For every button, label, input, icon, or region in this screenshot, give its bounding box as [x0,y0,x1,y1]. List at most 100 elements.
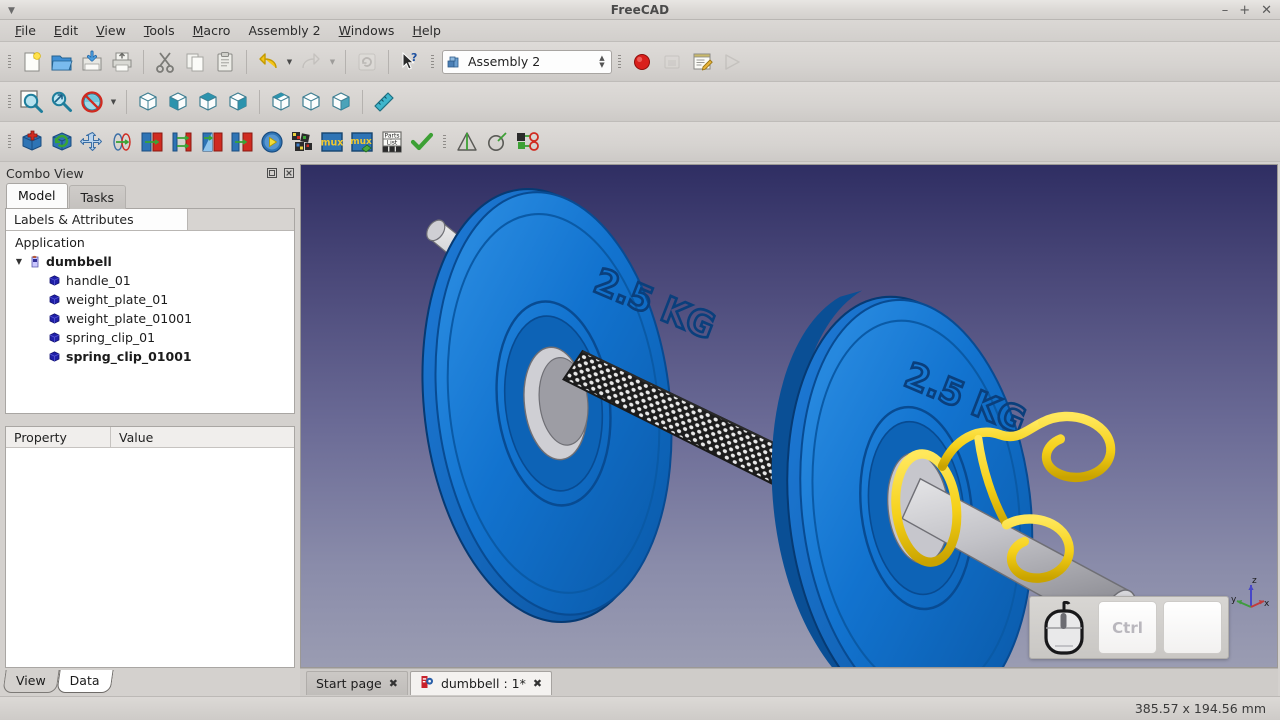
plane-constraint-button[interactable] [137,127,167,157]
axial-constraint-button[interactable] [107,127,137,157]
toolbar-handle-file[interactable] [5,49,14,75]
open-document-button[interactable] [47,47,77,77]
print-document-button[interactable] [107,47,137,77]
rear-view-button[interactable] [266,87,296,117]
whats-this-button[interactable]: ? [395,47,425,77]
new-document-button[interactable] [17,47,47,77]
import-part-button[interactable] [17,127,47,157]
tab-view[interactable]: View [4,670,58,693]
plane-constraint-icon [141,132,163,151]
undo-button[interactable] [253,47,283,77]
toolbar-handle-workbench[interactable] [428,49,437,75]
solve-constraints-button[interactable] [257,127,287,157]
close-icon[interactable]: ✖ [389,677,398,690]
menu-view[interactable]: View [87,21,135,40]
redo-dropdown-arrow[interactable]: ▼ [326,47,339,77]
minimize-button[interactable]: – [1222,4,1229,17]
menu-windows[interactable]: Windows [330,21,404,40]
measure-button[interactable] [369,87,399,117]
toolbar-separator-1 [143,49,144,74]
navigation-hint-widget: Ctrl [1029,596,1229,659]
menu-overflow-icon[interactable]: ▼ [8,6,15,16]
edit-constraint-button[interactable] [227,127,257,157]
tab-model[interactable]: Model [6,183,68,208]
bottom-view-button[interactable] [296,87,326,117]
check-assembly-button[interactable] [407,127,437,157]
degrees-of-freedom-button[interactable] [512,127,542,157]
move-part-button[interactable] [77,127,107,157]
document-tab-start-page[interactable]: Start page ✖ [306,670,408,695]
axonometric-view-button[interactable] [133,87,163,117]
paste-button[interactable] [210,47,240,77]
mux-selected-button[interactable]: mux [347,127,377,157]
parts-list-button[interactable]: Parts List ■■■ [377,127,407,157]
mux-assembly-button[interactable]: mux [317,127,347,157]
menu-tools[interactable]: Tools [135,21,184,40]
right-view-button[interactable] [223,87,253,117]
tree-item-weight-plate-01[interactable]: weight_plate_01 [6,290,294,309]
circle-constraint-button[interactable] [482,127,512,157]
document-tab-dumbbell[interactable]: dumbbell : 1* ✖ [409,670,553,695]
toolbar-handle-assembly2[interactable] [440,129,449,155]
update-parts-button[interactable] [47,127,77,157]
macros-button[interactable] [687,47,717,77]
refresh-button[interactable] [352,47,382,77]
tree-item-application[interactable]: Application [6,233,294,252]
exploded-assembly-button[interactable] [287,127,317,157]
spherical-constraint-button[interactable] [197,127,227,157]
tab-tasks[interactable]: Tasks [68,185,127,209]
macro-execute-button[interactable] [717,47,747,77]
menu-help[interactable]: Help [403,21,450,40]
macro-record-button[interactable] [627,47,657,77]
tree-item-handle-01[interactable]: handle_01 [6,271,294,290]
copy-button[interactable] [180,47,210,77]
axis-y-label: y [1231,595,1237,605]
toolbar-handle-view[interactable] [5,89,14,115]
property-editor-body[interactable] [6,448,294,667]
left-view-icon [332,91,350,111]
fit-all-button[interactable] [17,87,47,117]
axonometric-view-icon [139,91,157,111]
document-tab-label: Start page [316,675,382,691]
spherical-constraint-icon [202,132,223,151]
combo-view-title: Combo View [6,165,84,181]
redo-button[interactable] [296,47,326,77]
menu-file[interactable]: File [6,21,45,40]
menu-assembly2[interactable]: Assembly 2 [239,21,329,40]
tree-item-weight-plate-01001[interactable]: weight_plate_01001 [6,309,294,328]
3d-viewport[interactable]: 2.5 KG 2.5 KG z y x Ctrl [300,164,1278,668]
tab-data[interactable]: Data [58,670,112,693]
toolbar-handle-macro[interactable] [615,49,624,75]
close-icon[interactable]: ✖ [533,677,542,690]
toolbar-view: ▼ [0,82,1280,122]
top-view-icon [199,91,217,111]
workbench-spinner[interactable]: ▲ ▼ [595,52,609,72]
tree-item-dumbbell[interactable]: ▼ dumbbell [6,252,294,271]
draw-style-button[interactable] [77,87,107,117]
fit-selection-button[interactable] [47,87,77,117]
close-icon[interactable] [282,166,296,180]
angle-constraint-button[interactable] [167,127,197,157]
cut-button[interactable] [150,47,180,77]
undo-dropdown-arrow[interactable]: ▼ [283,47,296,77]
front-view-button[interactable] [163,87,193,117]
title-bar: FreeCAD – + ✕ [0,0,1280,20]
tree-header-spacer [188,209,294,230]
toolbar-separator-3 [345,49,346,74]
menu-edit[interactable]: Edit [45,21,87,40]
top-view-button[interactable] [193,87,223,117]
cone-constraint-button[interactable] [452,127,482,157]
tree-item-spring-clip-01001[interactable]: spring_clip_01001 [6,347,294,366]
workbench-selector[interactable]: Assembly 2 ▲ ▼ [442,49,612,74]
toolbar-handle-assembly[interactable] [5,129,14,155]
macro-stop-button[interactable] [657,47,687,77]
close-button[interactable]: ✕ [1261,4,1272,17]
save-document-button[interactable] [77,47,107,77]
menu-macro[interactable]: Macro [184,21,240,40]
undock-icon[interactable] [265,166,279,180]
maximize-button[interactable]: + [1239,4,1250,17]
chevron-down-icon[interactable]: ▼ [12,257,26,266]
tree-item-spring-clip-01[interactable]: spring_clip_01 [6,328,294,347]
draw-style-dropdown-arrow[interactable]: ▼ [107,87,120,117]
left-view-button[interactable] [326,87,356,117]
